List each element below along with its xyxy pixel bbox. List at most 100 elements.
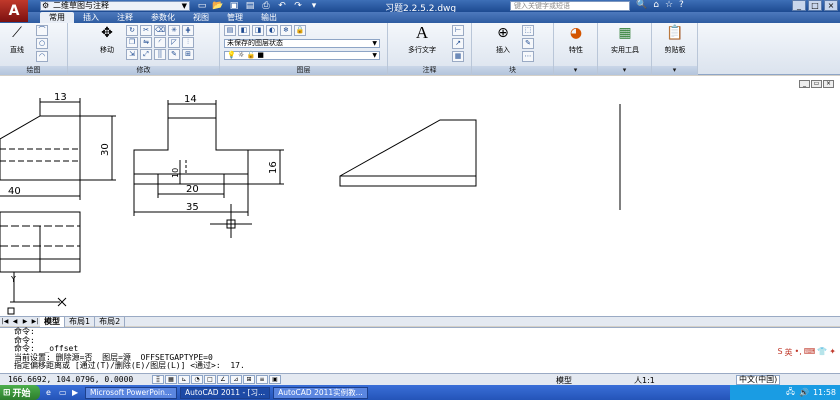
explode-icon[interactable]: ✳ — [168, 25, 180, 36]
draw-panel-title[interactable]: 绘图 — [0, 66, 67, 75]
properties-button[interactable]: ◕ 特性 — [560, 25, 592, 55]
arc-icon[interactable]: ◠ — [36, 51, 48, 62]
edit-block-icon[interactable]: ✎ — [522, 38, 534, 49]
qat-menu-icon[interactable]: ▾ — [308, 1, 320, 11]
skin-icon[interactable]: 👕 — [817, 347, 827, 358]
tab-layout1[interactable]: 布局1 — [65, 316, 96, 327]
move-button[interactable]: ✥ 移动 — [94, 25, 120, 55]
trim-icon[interactable]: ✂ — [140, 25, 152, 36]
join-icon[interactable]: ⊞ — [182, 49, 194, 60]
attribute-icon[interactable]: ⋯ — [522, 51, 534, 62]
modify-panel-title[interactable]: 修改 — [68, 66, 219, 75]
open-file-icon[interactable]: 📂 — [212, 1, 224, 11]
insert-button[interactable]: ⊕ 插入 — [490, 25, 516, 55]
rotate-icon[interactable]: ↻ — [126, 25, 138, 36]
line-button[interactable]: ⟋ 直线 — [4, 25, 30, 55]
layer-panel-title[interactable]: 图层 — [220, 66, 387, 75]
layer-properties-icon[interactable]: ▤ — [224, 25, 236, 36]
media-icon[interactable]: ▶ — [72, 388, 82, 398]
tab-output[interactable]: 输出 — [252, 12, 286, 23]
multiline-text-button[interactable]: A 多行文字 — [402, 24, 442, 55]
last-tab-icon[interactable]: ▶| — [30, 318, 40, 325]
close-icon[interactable]: × — [824, 0, 838, 11]
layer-off-icon[interactable]: ◐ — [266, 25, 278, 36]
ime-mode-label[interactable]: 英 — [785, 347, 793, 358]
command-line[interactable]: 命令: 命令: 命令: _offset 当前设置: 删除源=否 图层=源 OFF… — [0, 327, 840, 373]
grid-icon[interactable]: ▦ — [165, 375, 177, 384]
keyboard-icon[interactable]: ⌨ — [804, 347, 816, 358]
tools-icon[interactable]: ✦ — [829, 347, 836, 358]
drawing-canvas[interactable]: _ ▭ × 13 30 40 14 10 20 35 16 Y — [0, 76, 840, 316]
help-icon[interactable]: ? — [679, 0, 684, 10]
fillet-icon[interactable]: ◜ — [154, 37, 166, 48]
offset-icon[interactable]: ⋕ — [182, 25, 194, 36]
chamfer-icon[interactable]: ◸ — [168, 37, 180, 48]
dyn-icon[interactable]: ⊞ — [243, 375, 255, 384]
tab-manage[interactable]: 管理 — [218, 12, 252, 23]
circle-icon[interactable]: ○ — [36, 38, 48, 49]
plot-icon[interactable]: ⎙ — [260, 1, 272, 11]
cursor-coordinates[interactable]: 166.6692, 104.0796, 0.0000 — [8, 375, 133, 384]
task-autocad-main[interactable]: AutoCAD 2011 - [习... — [180, 386, 271, 399]
new-file-icon[interactable]: ▭ — [196, 1, 208, 11]
prev-tab-icon[interactable]: ◀ — [10, 318, 20, 325]
autocad-logo-icon[interactable]: A — [0, 0, 28, 22]
communication-center-icon[interactable]: ⌂ — [653, 0, 659, 10]
tab-annotate[interactable]: 注释 — [108, 12, 142, 23]
clock[interactable]: 11:58 — [813, 388, 836, 397]
maximize-icon[interactable]: □ — [808, 0, 822, 11]
first-tab-icon[interactable]: |◀ — [0, 318, 10, 325]
tab-parametric[interactable]: 参数化 — [142, 12, 184, 23]
next-tab-icon[interactable]: ▶ — [20, 318, 30, 325]
tab-layout2[interactable]: 布局2 — [95, 316, 126, 327]
utilities-dropdown[interactable]: ▾ — [598, 66, 651, 75]
tab-view[interactable]: 视图 — [184, 12, 218, 23]
layer-state-icon[interactable]: ◧ — [238, 25, 250, 36]
workspace-select[interactable]: ⚙ 二维草图与注释 ▼ — [40, 1, 190, 11]
leader-icon[interactable]: ↗ — [452, 38, 464, 49]
array-icon[interactable]: ⣿ — [154, 49, 166, 60]
ie-icon[interactable]: e — [46, 388, 56, 398]
block-panel-title[interactable]: 块 — [472, 66, 553, 75]
osnap-icon[interactable]: □ — [204, 375, 216, 384]
punctuation-icon[interactable]: •, — [795, 347, 802, 358]
tab-model[interactable]: 模型 — [40, 316, 65, 327]
utilities-button[interactable]: ▦ 实用工具 — [602, 25, 648, 55]
polar-icon[interactable]: ◔ — [191, 375, 203, 384]
erase-icon[interactable]: ⌫ — [154, 25, 166, 36]
save-as-icon[interactable]: ▤ — [244, 1, 256, 11]
stretch-icon[interactable]: ⇲ — [126, 49, 138, 60]
network-icon[interactable]: 🖧 — [786, 386, 795, 400]
lineweight-icon[interactable]: ≡ — [256, 375, 268, 384]
dimension-icon[interactable]: ⊢ — [452, 25, 464, 36]
mirror-icon[interactable]: ⇋ — [140, 37, 152, 48]
undo-icon[interactable]: ↶ — [276, 1, 288, 11]
scale-icon[interactable]: ⤢ — [140, 49, 152, 60]
binoculars-icon[interactable]: 🔍 — [636, 0, 647, 10]
layer-iso-icon[interactable]: ◨ — [252, 25, 264, 36]
table-icon[interactable]: ▦ — [452, 51, 464, 62]
layer-freeze-icon[interactable]: ❄ — [280, 25, 292, 36]
tab-home[interactable]: 常用 — [40, 12, 74, 23]
help-search-input[interactable]: 键入关键字或短语 — [510, 1, 630, 11]
polyline-icon[interactable]: ⌒ — [36, 25, 48, 36]
redo-icon[interactable]: ↷ — [292, 1, 304, 11]
otrack-icon[interactable]: ∠ — [217, 375, 229, 384]
properties-dropdown[interactable]: ▾ — [554, 66, 597, 75]
volume-icon[interactable]: 🔊 — [799, 388, 809, 397]
snap-mode-icon[interactable]: ⣿ — [152, 375, 164, 384]
ducs-icon[interactable]: ⊿ — [230, 375, 242, 384]
annotation-panel-title[interactable]: 注释 — [388, 66, 471, 75]
input-language[interactable]: 中文(中国) — [736, 375, 781, 385]
start-button[interactable]: ⊞ 开始 — [0, 385, 40, 400]
layer-state-select[interactable]: 未保存的图层状态 ▼ — [224, 39, 380, 48]
ortho-icon[interactable]: ⊾ — [178, 375, 190, 384]
create-block-icon[interactable]: ⬚ — [522, 25, 534, 36]
task-powerpoint[interactable]: Microsoft PowerPoin... — [85, 386, 178, 399]
task-autocad-tutorial[interactable]: AutoCAD 2011实例教... — [273, 386, 368, 399]
layer-lock-icon[interactable]: 🔒 — [294, 25, 306, 36]
quick-props-icon[interactable]: ▣ — [269, 375, 281, 384]
star-icon[interactable]: ☆ — [665, 0, 673, 10]
save-icon[interactable]: ▣ — [228, 1, 240, 11]
clipboard-dropdown[interactable]: ▾ — [652, 66, 697, 75]
